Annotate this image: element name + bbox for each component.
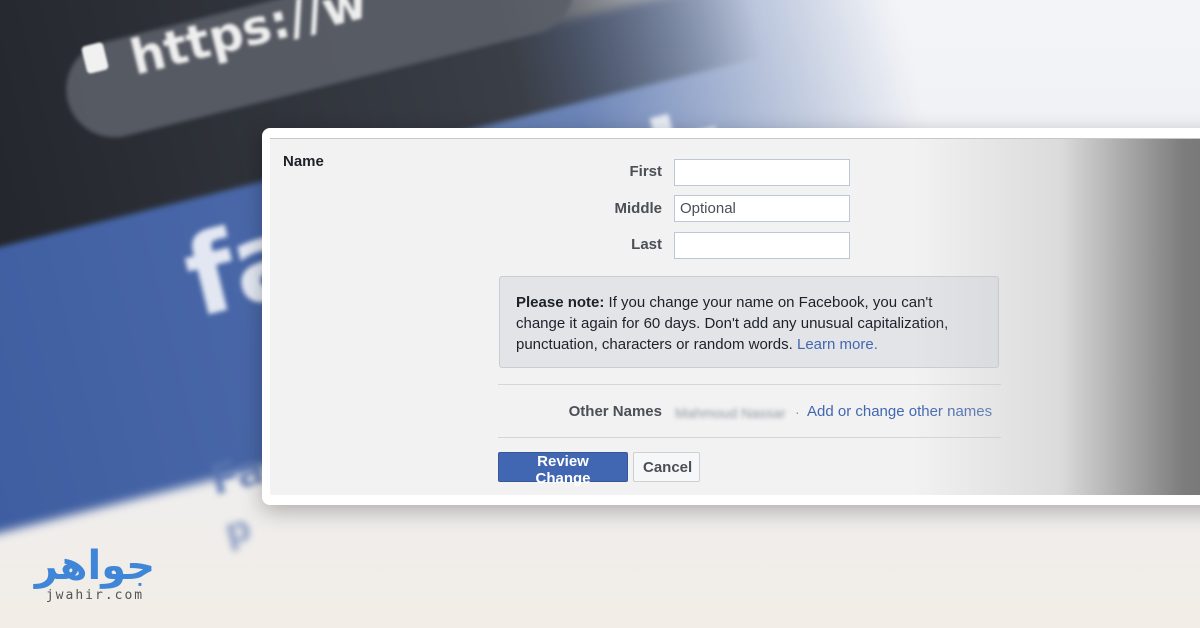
cancel-button[interactable]: Cancel	[633, 452, 700, 482]
learn-more-link[interactable]: Learn more.	[797, 336, 878, 353]
name-settings-card: Name First Middle Last Please note: If y…	[262, 128, 1200, 505]
section-title: Name	[283, 153, 324, 170]
middle-name-input[interactable]	[674, 195, 850, 222]
name-edit-panel: Name First Middle Last Please note: If y…	[270, 138, 1200, 495]
last-name-input[interactable]	[674, 232, 850, 259]
first-name-label: First	[629, 163, 662, 180]
first-name-input[interactable]	[674, 159, 850, 186]
middle-name-label: Middle	[614, 200, 663, 217]
last-name-label: Last	[631, 236, 662, 253]
divider	[498, 437, 1001, 438]
background-text-line-2: p	[220, 507, 256, 554]
name-change-notice: Please note: If you change your name on …	[499, 276, 999, 368]
other-names-separator: ·	[795, 404, 800, 420]
logo-arabic-text: جواهر	[34, 543, 156, 589]
divider	[498, 384, 1001, 385]
logo-domain-text: jwahir.com	[45, 588, 145, 603]
other-names-label: Other Names	[568, 403, 662, 420]
add-change-other-names-link[interactable]: Add or change other names	[807, 403, 992, 420]
jwahir-watermark-logo: جواهر jwahir.com	[30, 542, 160, 610]
other-names-value: Mahmoud Nassar	[675, 405, 786, 421]
review-change-button[interactable]: Review Change	[498, 452, 628, 487]
notice-heading: Please note:	[516, 294, 605, 311]
